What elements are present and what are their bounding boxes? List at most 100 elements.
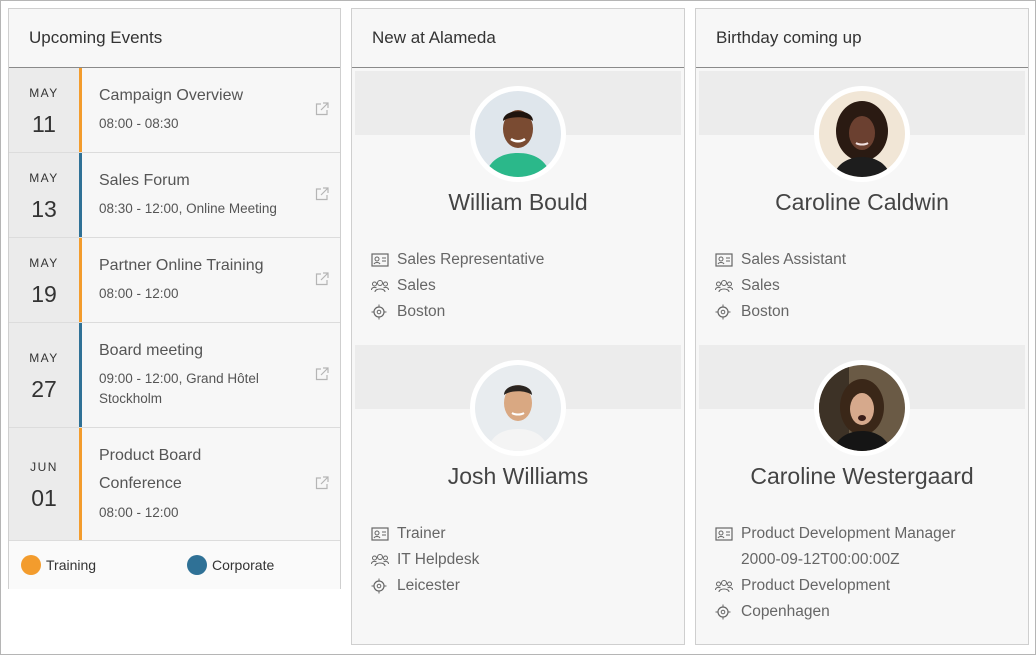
birthday-text: 2000-09-12T00:00:00Z (741, 551, 900, 568)
event-day: 11 (32, 111, 56, 137)
birthday-card: Birthday coming up Caroline Caldwin Sale… (695, 8, 1029, 645)
event-title[interactable]: Product Board Conference (99, 442, 230, 498)
event-row[interactable]: MAY 11 Campaign Overview 08:00 - 08:30 (9, 68, 340, 153)
event-month: MAY (29, 351, 59, 365)
person-role: Trainer (371, 521, 667, 547)
event-time: 08:30 - 12:00, Online Meeting (99, 201, 277, 216)
event-time: 08:00 - 12:00 (99, 505, 179, 520)
legend-label: Training (46, 557, 97, 573)
location-target-icon (715, 599, 733, 625)
role-text: Sales Assistant (741, 251, 847, 268)
person-department: Sales (371, 273, 667, 299)
external-link-icon[interactable] (314, 366, 330, 382)
event-row[interactable]: MAY 13 Sales Forum 08:30 - 12:00, Online… (9, 153, 340, 238)
location-text: Boston (741, 303, 790, 320)
event-title[interactable]: Sales Forum (99, 167, 310, 195)
person-card[interactable]: Josh Williams Trainer IT Helpdesk Leices… (355, 345, 681, 615)
event-day: 13 (31, 196, 57, 222)
id-card-icon (715, 247, 733, 273)
location-target-icon (371, 299, 389, 325)
legend-training: Training (21, 555, 187, 575)
location-text: Leicester (397, 577, 460, 594)
department-text: Sales (397, 277, 436, 294)
location-target-icon (371, 573, 389, 599)
avatar (470, 360, 566, 456)
upcoming-events-card: Upcoming Events MAY 11 Campaign Overview… (8, 8, 341, 589)
group-icon (371, 547, 389, 573)
event-time: 08:00 - 08:30 (99, 116, 179, 131)
training-dot-icon (21, 555, 41, 575)
role-text: Trainer (397, 525, 446, 542)
event-row[interactable]: JUN 01 Product Board Conference 08:00 - … (9, 428, 340, 541)
event-day: 27 (31, 376, 57, 402)
event-details: Campaign Overview 08:00 - 08:30 (82, 68, 340, 152)
legend-corporate: Corporate (187, 555, 274, 575)
legend-label: Corporate (212, 557, 275, 573)
person-card[interactable]: Caroline Caldwin Sales Assistant Sales B… (699, 71, 1025, 341)
event-month: MAY (29, 171, 59, 185)
person-location: Copenhagen (715, 599, 1011, 625)
card-title: New at Alameda (352, 9, 684, 68)
card-title: Upcoming Events (9, 9, 340, 68)
event-title[interactable]: Partner Online Training (99, 252, 310, 280)
role-text: Product Development Manager (741, 525, 956, 542)
event-date: MAY 27 (9, 323, 79, 427)
event-legend: Training Corporate (9, 541, 340, 589)
event-date: JUN 01 (9, 428, 79, 540)
event-title[interactable]: Board meeting (99, 337, 310, 365)
location-text: Copenhagen (741, 603, 830, 620)
person-role: Sales Representative (371, 247, 667, 273)
external-link-icon[interactable] (314, 475, 330, 491)
event-month: MAY (29, 86, 59, 100)
event-day: 01 (31, 485, 57, 511)
event-row[interactable]: MAY 27 Board meeting 09:00 - 12:00, Gran… (9, 323, 340, 428)
person-card[interactable]: Caroline Westergaard Product Development… (699, 345, 1025, 639)
external-link-icon[interactable] (314, 186, 330, 202)
group-icon (715, 273, 733, 299)
person-role: Product Development Manager (715, 521, 1011, 547)
event-time: 08:00 - 12:00 (99, 286, 179, 301)
event-date: MAY 19 (9, 238, 79, 322)
department-text: IT Helpdesk (397, 551, 480, 568)
id-card-icon (371, 247, 389, 273)
person-location: Leicester (371, 573, 667, 599)
location-text: Boston (397, 303, 446, 320)
avatar (470, 86, 566, 182)
event-month: MAY (29, 256, 59, 270)
person-department: Product Development (715, 573, 1011, 599)
location-target-icon (715, 299, 733, 325)
event-details: Partner Online Training 08:00 - 12:00 (82, 238, 340, 322)
event-details: Board meeting 09:00 - 12:00, Grand Hôtel… (82, 323, 340, 427)
external-link-icon[interactable] (314, 101, 330, 117)
event-details: Sales Forum 08:30 - 12:00, Online Meetin… (82, 153, 340, 237)
new-at-alameda-card: New at Alameda William Bould Sales Repre… (351, 8, 685, 645)
group-icon (715, 573, 733, 599)
event-date: MAY 13 (9, 153, 79, 237)
event-month: JUN (30, 460, 58, 474)
person-birthday: 2000-09-12T00:00:00Z (715, 547, 1011, 573)
card-title: Birthday coming up (696, 9, 1028, 68)
avatar (814, 360, 910, 456)
event-title[interactable]: Campaign Overview (99, 82, 310, 110)
avatar (814, 86, 910, 182)
person-location: Boston (715, 299, 1011, 325)
id-card-icon (715, 521, 733, 547)
external-link-icon[interactable] (314, 271, 330, 287)
person-card[interactable]: William Bould Sales Representative Sales… (355, 71, 681, 341)
person-name[interactable]: Josh Williams (355, 463, 681, 490)
person-name[interactable]: Caroline Caldwin (699, 189, 1025, 216)
person-name[interactable]: Caroline Westergaard (699, 463, 1025, 490)
corporate-dot-icon (187, 555, 207, 575)
department-text: Sales (741, 277, 780, 294)
event-day: 19 (31, 281, 57, 307)
person-department: Sales (715, 273, 1011, 299)
event-row[interactable]: MAY 19 Partner Online Training 08:00 - 1… (9, 238, 340, 323)
event-details: Product Board Conference 08:00 - 12:00 (82, 428, 340, 540)
person-department: IT Helpdesk (371, 547, 667, 573)
person-role: Sales Assistant (715, 247, 1011, 273)
event-time: 09:00 - 12:00, Grand Hôtel Stockholm (99, 371, 259, 406)
person-name[interactable]: William Bould (355, 189, 681, 216)
id-card-icon (371, 521, 389, 547)
role-text: Sales Representative (397, 251, 545, 268)
event-date: MAY 11 (9, 68, 79, 152)
